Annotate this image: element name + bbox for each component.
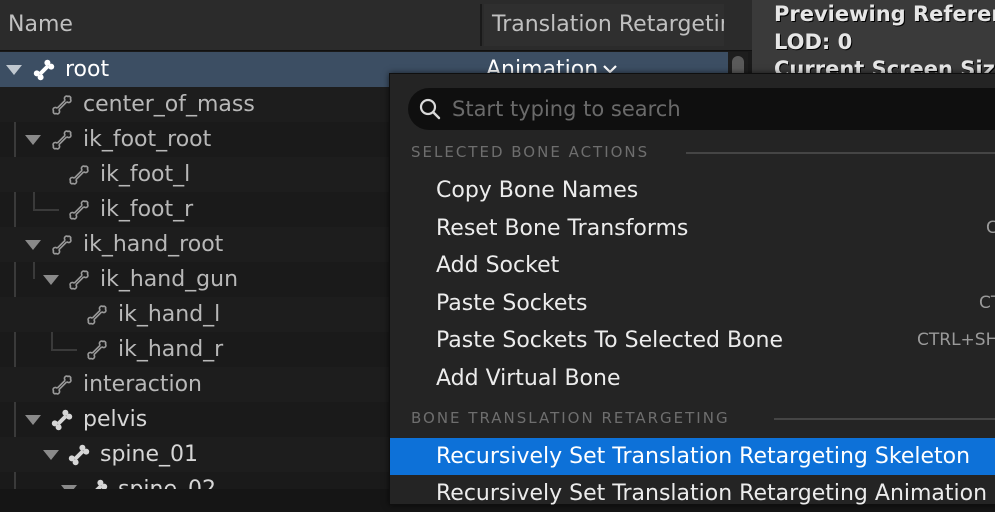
menu-item-paste-sockets[interactable]: Paste Sockets CT [390,285,995,322]
menu-item-add-socket[interactable]: Add Socket [390,247,995,284]
column-divider[interactable] [480,4,482,46]
lod-readout: LOD: 0 [774,30,853,54]
menu-item-recursively-set-retargeting-skeleton[interactable]: Recursively Set Translation Retargeting … [390,438,995,475]
bone-label: ik_hand_l [118,302,221,327]
expander-arrow-icon[interactable] [25,415,41,425]
expander-arrow-icon[interactable] [25,135,41,145]
menu-item-label: Copy Bone Names [436,178,639,203]
bone-label: spine_01 [100,442,199,467]
expander-arrow-icon[interactable] [6,65,22,75]
bone-icon [67,268,91,292]
expander-arrow-icon[interactable] [43,450,59,460]
bone-label: root [65,57,110,82]
bone-label: ik_hand_r [118,337,224,362]
menu-item-label: Add Virtual Bone [436,366,621,391]
expander-arrow-icon[interactable] [25,240,41,250]
expander-arrow-icon[interactable] [61,485,77,489]
menu-item-recursively-set-retargeting-animation[interactable]: Recursively Set Translation Retargeting … [390,475,995,512]
context-menu: SELECTED BONE ACTIONS Copy Bone Names Re… [389,73,995,506]
menu-item-label: Recursively Set Translation Retargeting … [436,444,971,469]
bone-icon [32,58,56,82]
menu-item-label: Recursively Set Translation Retargeting … [436,481,988,506]
section-header-selected-bone-actions: SELECTED BONE ACTIONS [411,143,650,161]
menu-item-shortcut: CT [979,293,995,313]
bone-label: ik_hand_root [83,232,224,257]
tree-header: Name Translation Retargetir [0,0,752,51]
menu-item-reset-bone-transforms[interactable]: Reset Bone Transforms C [390,210,995,247]
bone-label: center_of_mass [83,92,255,117]
section-divider [686,152,995,154]
expander-arrow-icon[interactable] [43,275,59,285]
menu-item-shortcut: CTRL+SH [917,330,995,350]
section-divider [774,418,995,420]
bone-icon [67,163,91,187]
bone-icon [50,373,74,397]
menu-item-label: Paste Sockets To Selected Bone [436,328,784,353]
bone-icon [67,443,91,467]
column-header-translation-retargeting[interactable]: Translation Retargetir [484,4,724,46]
bone-icon [50,128,74,152]
search-icon [419,98,441,120]
menu-item-label: Paste Sockets [436,291,588,316]
menu-item-copy-bone-names[interactable]: Copy Bone Names [390,172,995,209]
bone-icon [50,408,74,432]
menu-item-add-virtual-bone[interactable]: Add Virtual Bone [390,360,995,397]
bone-label: ik_foot_r [100,197,194,222]
search-box[interactable] [408,88,995,130]
search-input[interactable] [452,88,992,130]
bone-label: pelvis [83,407,148,432]
bone-icon [85,478,109,489]
section-header-bone-translation-retargeting: BONE TRANSLATION RETARGETING [411,409,730,427]
menu-item-shortcut: C [986,218,995,238]
menu-item-label: Add Socket [436,253,560,278]
bone-icon [85,338,109,362]
bone-label: ik_hand_gun [100,267,239,292]
bone-label: ik_foot_l [100,162,191,187]
menu-item-paste-sockets-to-selected-bone[interactable]: Paste Sockets To Selected Bone CTRL+SH [390,322,995,359]
bone-label: interaction [83,372,202,397]
menu-item-label: Reset Bone Transforms [436,216,689,241]
bone-icon [85,303,109,327]
column-header-name[interactable]: Name [0,4,478,46]
bone-label: ik_foot_root [83,127,212,152]
bone-icon [67,198,91,222]
bone-label: spine_02 [118,472,216,489]
preview-status: Previewing Reference [774,2,995,26]
bone-icon [50,233,74,257]
bone-icon [50,93,74,117]
